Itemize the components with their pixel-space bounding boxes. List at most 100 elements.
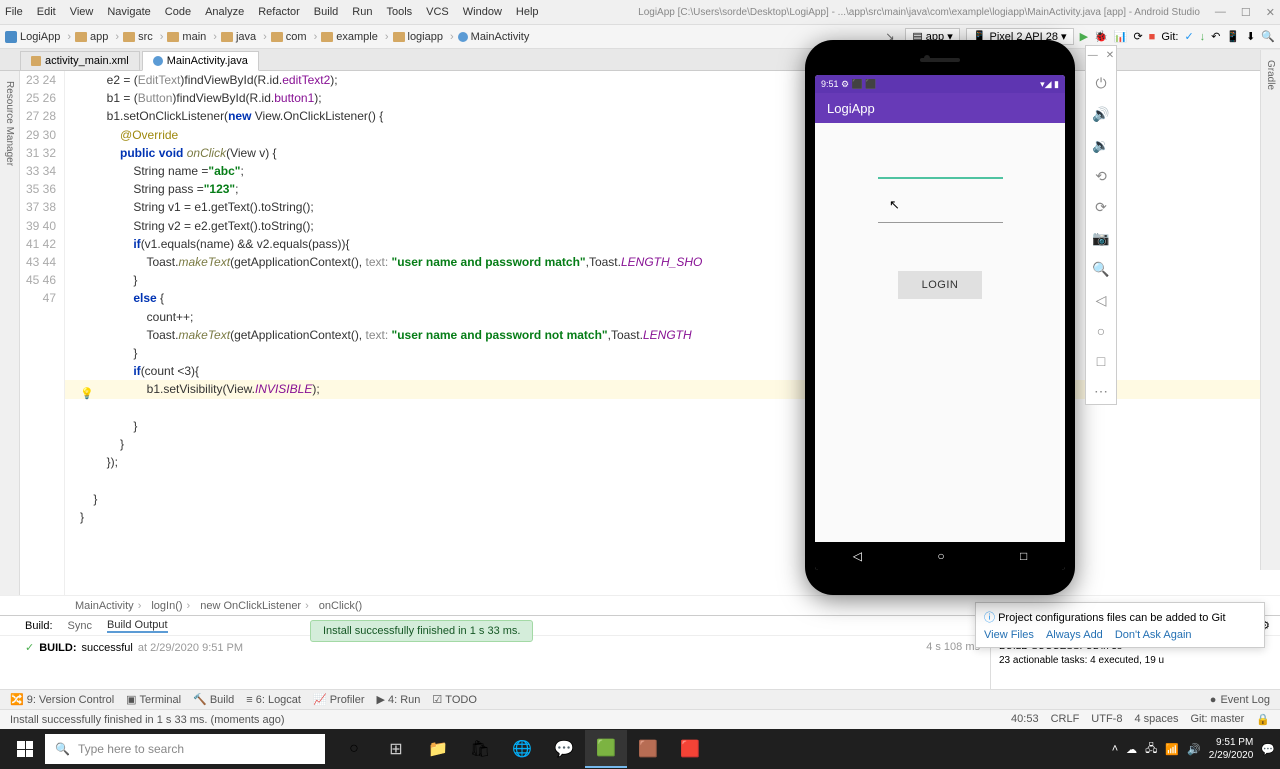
tray-chevron-icon[interactable]: ˄ (1112, 743, 1118, 755)
back-button[interactable]: ◁ (853, 549, 862, 563)
cb-class[interactable]: MainActivity (75, 600, 141, 612)
emu-close-icon[interactable]: ✕ (1106, 50, 1114, 61)
bc-logiapp[interactable]: logiapp (393, 31, 454, 43)
menu-run[interactable]: Run (352, 6, 372, 18)
menu-navigate[interactable]: Navigate (107, 6, 150, 18)
emu-home-icon[interactable]: ○ (1097, 323, 1105, 339)
home-button[interactable]: ○ (937, 549, 944, 563)
menu-vcs[interactable]: VCS (426, 6, 449, 18)
task-view-icon[interactable]: ⊞ (375, 730, 417, 768)
phone-screen[interactable]: 9:51 ⚙ ⬛ ⬛ ▾◢ ▮ LogiApp LOGIN ↖ ◁ ○ □ (815, 75, 1065, 570)
window-title: LogiApp [C:\Users\sorde\Desktop\LogiApp]… (638, 7, 1200, 18)
menu-view[interactable]: View (70, 6, 94, 18)
bc-src[interactable]: src (123, 31, 163, 43)
build-tab-output[interactable]: Build Output (107, 619, 168, 633)
emu-back-icon[interactable]: ◁ (1096, 292, 1107, 309)
power-icon[interactable]: ⏻ (1095, 75, 1106, 92)
tool-terminal[interactable]: ▣ Terminal (126, 693, 181, 706)
menu-help[interactable]: Help (516, 6, 539, 18)
bc-main[interactable]: main (167, 31, 217, 43)
taskbar-clock[interactable]: 9:51 PM 2/29/2020 (1209, 736, 1254, 762)
bc-java[interactable]: java (221, 31, 267, 43)
cb-listener[interactable]: new OnClickListener (200, 600, 309, 612)
bc-root[interactable]: LogiApp (5, 31, 71, 43)
menu-file[interactable]: File (5, 6, 23, 18)
cb-login[interactable]: logIn() (151, 600, 190, 612)
cortana-icon[interactable]: ○ (333, 730, 375, 768)
screenshot-icon[interactable]: 📷 (1092, 230, 1109, 247)
intention-bulb-icon[interactable]: 💡 (80, 387, 94, 400)
store-icon[interactable]: 🛍 (459, 730, 501, 768)
bc-com[interactable]: com (271, 31, 317, 43)
git-commit-icon[interactable]: ↓ (1200, 31, 1206, 43)
sdk-icon[interactable]: ⬇ (1246, 30, 1255, 43)
git-history-icon[interactable]: ↶ (1211, 30, 1220, 43)
menu-refactor[interactable]: Refactor (258, 6, 300, 18)
tab-activity-main[interactable]: activity_main.xml (20, 51, 140, 70)
cb-onclick[interactable]: onClick() (319, 600, 362, 612)
menu-code[interactable]: Code (165, 6, 191, 18)
right-sidebar[interactable]: Gradle (1260, 50, 1280, 570)
more-icon[interactable]: ⋯ (1094, 383, 1108, 400)
onedrive-icon[interactable]: ☁ (1126, 743, 1137, 756)
volume-down-icon[interactable]: 🔉 (1092, 137, 1109, 154)
username-input[interactable] (878, 153, 1003, 179)
android-studio-icon[interactable]: 🟩 (585, 730, 627, 768)
tool-vcs[interactable]: 🔀 9: Version Control (10, 693, 114, 706)
volume-up-icon[interactable]: 🔊 (1092, 106, 1109, 123)
tool-logcat[interactable]: ≡ 6: Logcat (246, 694, 301, 706)
git-link-view[interactable]: View Files (984, 629, 1034, 641)
menu-build[interactable]: Build (314, 6, 338, 18)
camtasia-icon[interactable]: 🟫 (627, 730, 669, 768)
git-link-always[interactable]: Always Add (1046, 629, 1103, 641)
search-icon[interactable]: 🔍 (1261, 30, 1275, 43)
taskbar-search[interactable]: 🔍 Type here to search (45, 734, 325, 764)
menu-edit[interactable]: Edit (37, 6, 56, 18)
zoom-icon[interactable]: 🔍 (1092, 261, 1109, 278)
build-tab-sync[interactable]: Sync (68, 620, 92, 632)
whatsapp-icon[interactable]: 💬 (543, 730, 585, 768)
start-button[interactable] (5, 733, 45, 765)
rotate-left-icon[interactable]: ⟲ (1095, 168, 1107, 185)
minimize-icon[interactable]: — (1215, 6, 1226, 19)
stop-icon[interactable]: ■ (1149, 31, 1156, 43)
close-icon[interactable]: ✕ (1266, 6, 1275, 19)
explorer-icon[interactable]: 📁 (417, 730, 459, 768)
recorder-icon[interactable]: 🟥 (669, 730, 711, 768)
chrome-icon[interactable]: 🌐 (501, 730, 543, 768)
notifications-icon[interactable]: 💬 (1261, 743, 1275, 756)
tool-run[interactable]: ▶ 4: Run (377, 693, 421, 706)
debug-icon[interactable]: 🐞 (1094, 30, 1108, 43)
bc-app[interactable]: app (75, 31, 119, 43)
profile-icon[interactable]: 📊 (1114, 30, 1128, 43)
tool-build[interactable]: 🔨 Build (193, 693, 234, 706)
tool-profiler[interactable]: 📈 Profiler (313, 693, 365, 706)
left-sidebar[interactable]: Resource Manager (0, 71, 20, 595)
avd-icon[interactable]: 📱 (1226, 30, 1240, 43)
bc-example[interactable]: example (321, 31, 388, 43)
event-log[interactable]: ● Event Log (1210, 694, 1270, 706)
menu-tools[interactable]: Tools (386, 6, 412, 18)
menu-window[interactable]: Window (463, 6, 502, 18)
tool-todo[interactable]: ☑ TODO (432, 693, 476, 706)
volume-icon[interactable]: 🔊 (1187, 743, 1201, 756)
git-update-icon[interactable]: ✓ (1184, 30, 1193, 43)
emu-minimize-icon[interactable]: — (1088, 50, 1098, 61)
rotate-right-icon[interactable]: ⟳ (1095, 199, 1107, 216)
emulator-toolbar: — ✕ ⏻ 🔊 🔉 ⟲ ⟳ 📷 🔍 ◁ ○ □ ⋯ (1085, 45, 1117, 405)
recents-button[interactable]: □ (1020, 549, 1027, 563)
maximize-icon[interactable]: ☐ (1241, 6, 1251, 19)
menu-analyze[interactable]: Analyze (205, 6, 244, 18)
run-icon[interactable]: ▶ (1080, 30, 1088, 43)
wifi-icon[interactable]: 📶 (1165, 743, 1179, 756)
git-link-dont[interactable]: Don't Ask Again (1115, 629, 1192, 641)
network-icon[interactable]: 🖧 (1145, 740, 1157, 759)
bc-class[interactable]: MainActivity (458, 31, 530, 43)
build-tree[interactable]: ✓ BUILD: successful at 2/29/2020 9:51 PM… (0, 636, 990, 690)
tab-main-activity[interactable]: MainActivity.java (142, 51, 259, 71)
project-icon (5, 31, 17, 43)
login-button[interactable]: LOGIN (898, 271, 983, 299)
windows-taskbar: 🔍 Type here to search ○ ⊞ 📁 🛍 🌐 💬 🟩 🟫 🟥 … (0, 729, 1280, 769)
attach-icon[interactable]: ⟳ (1133, 30, 1142, 43)
emu-overview-icon[interactable]: □ (1097, 353, 1105, 369)
